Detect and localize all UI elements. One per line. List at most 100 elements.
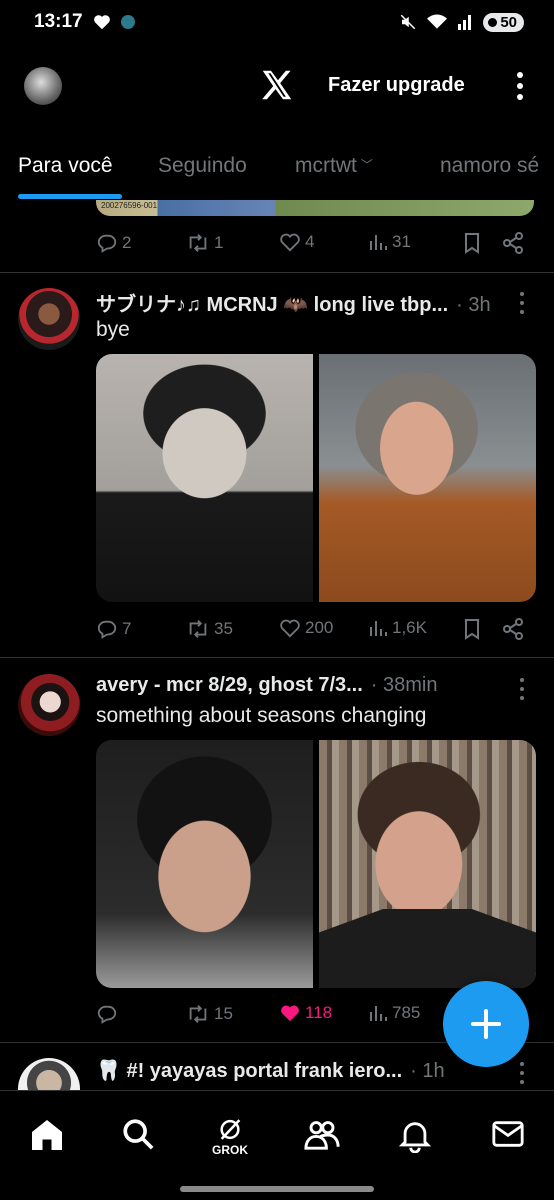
author-name[interactable]: サブリナ♪♫ MCRNJ 🦇 long live tbp... — [96, 288, 448, 317]
views-icon — [370, 621, 387, 636]
tab-label: mcrtwt — [295, 154, 357, 177]
wifi-icon — [427, 14, 448, 29]
repost-icon — [189, 620, 207, 638]
share-button[interactable] — [502, 232, 524, 254]
like-button[interactable]: 118 — [279, 1003, 332, 1023]
post-media-image[interactable] — [96, 200, 534, 216]
bookmark-button[interactable] — [462, 232, 482, 254]
views-button[interactable]: 785 — [368, 1003, 420, 1023]
post-time-value: 1h — [422, 1060, 445, 1082]
tab-for-you[interactable]: Para você — [18, 154, 113, 178]
share-button[interactable] — [502, 618, 524, 640]
post-text: something about seasons changing — [96, 704, 427, 727]
author-name[interactable]: 🦷 #! yayayas portal frank iero... — [96, 1058, 402, 1083]
nav-grok[interactable]: GROK — [210, 1117, 250, 1157]
avatar[interactable] — [18, 288, 80, 350]
repost-icon — [189, 234, 207, 252]
views-count: 785 — [392, 1003, 421, 1022]
post-more-icon[interactable] — [520, 292, 526, 314]
post-time-value: 38min — [383, 674, 438, 696]
like-count: 118 — [305, 1003, 333, 1022]
views-button[interactable]: 31 — [368, 232, 411, 252]
reply-icon — [97, 620, 117, 639]
timeline-tabs: Para você Seguindo mcrtwt ﹀ namoro sé — [0, 130, 554, 200]
reply-count: 7 — [122, 619, 132, 638]
post-media[interactable] — [96, 740, 536, 988]
heart-icon — [93, 15, 110, 30]
upgrade-button[interactable]: Fazer upgrade — [328, 74, 465, 97]
reply-count: 2 — [122, 233, 132, 252]
nav-messages[interactable] — [488, 1117, 528, 1157]
top-header: Fazer upgrade — [0, 60, 554, 112]
post-media-image[interactable] — [96, 354, 313, 602]
views-count: 31 — [392, 232, 411, 251]
image-caption-tag: 200276596-001 — [101, 201, 158, 210]
tab-following[interactable]: Seguindo — [158, 154, 247, 178]
bell-icon — [398, 1122, 432, 1153]
chevron-down-icon: ﹀ — [360, 158, 373, 172]
post-time-value: 3h — [468, 294, 491, 316]
post-time: · 3h — [456, 294, 491, 316]
repost-count: 15 — [214, 1004, 233, 1023]
reply-icon — [97, 234, 117, 253]
avatar[interactable] — [18, 1058, 80, 1090]
repost-button[interactable]: 35 — [186, 618, 233, 640]
compose-button[interactable] — [443, 981, 529, 1067]
heart-filled-icon — [281, 1005, 299, 1022]
plus-icon — [471, 1009, 501, 1039]
views-count: 1,6K — [392, 618, 427, 637]
bookmark-icon — [465, 619, 479, 640]
post-media-image[interactable] — [96, 740, 313, 988]
signal-icon — [458, 15, 472, 30]
reply-button[interactable]: 2 — [96, 232, 131, 254]
post-more-icon[interactable] — [520, 678, 526, 700]
post-divider — [0, 272, 554, 273]
profile-avatar[interactable] — [24, 67, 62, 105]
search-icon — [123, 1119, 154, 1150]
x-logo-icon — [262, 70, 292, 100]
nav-search[interactable] — [118, 1117, 158, 1157]
more-options-icon[interactable] — [512, 68, 528, 104]
like-count: 4 — [305, 232, 315, 251]
post-more-icon[interactable] — [520, 1062, 526, 1084]
like-button[interactable]: 200 — [279, 618, 333, 638]
post-actions: 2 1 4 31 — [96, 230, 526, 258]
like-button[interactable]: 4 — [279, 232, 314, 252]
active-tab-indicator — [18, 194, 122, 199]
post-header: 🦷 #! yayayas portal frank iero... · 1h — [96, 1058, 445, 1083]
tab-mcrtwt[interactable]: mcrtwt ﹀ — [295, 154, 373, 178]
tab-namoro[interactable]: namoro sé — [440, 154, 539, 178]
share-icon — [503, 232, 523, 254]
views-button[interactable]: 1,6K — [368, 618, 427, 638]
share-icon — [503, 618, 523, 640]
post-media-image[interactable] — [319, 354, 536, 602]
post-media-image[interactable] — [319, 740, 536, 988]
reply-button[interactable]: 7 — [96, 618, 131, 640]
author-name[interactable]: avery - mcr 8/29, ghost 7/3... — [96, 674, 363, 697]
post-divider — [0, 657, 554, 658]
reply-button[interactable] — [96, 1003, 122, 1025]
post-actions: 7 35 200 1,6K — [96, 616, 526, 644]
repost-button[interactable]: 1 — [186, 232, 223, 254]
battery-indicator: 50 — [483, 12, 524, 32]
repost-button[interactable]: 15 — [186, 1003, 233, 1025]
views-icon — [370, 1006, 387, 1021]
status-bar: 13:17 50 — [0, 0, 554, 44]
repost-count: 35 — [214, 619, 233, 638]
mute-icon — [401, 14, 416, 30]
reply-icon — [97, 1005, 117, 1024]
bookmark-button[interactable] — [462, 618, 482, 640]
gesture-bar[interactable] — [180, 1186, 374, 1192]
nav-communities[interactable] — [302, 1117, 342, 1157]
grok-icon — [220, 1119, 241, 1140]
timeline-feed[interactable]: 200276596-001 2 1 4 31 サブリナ♪♫ MCRNJ 🦇 lo… — [0, 200, 554, 1090]
nav-notifications[interactable] — [395, 1117, 435, 1157]
avatar[interactable] — [18, 674, 80, 736]
repost-count: 1 — [214, 233, 224, 252]
grok-label: GROK — [212, 1143, 248, 1157]
post-media[interactable] — [96, 354, 536, 602]
home-icon — [32, 1120, 62, 1150]
app-notification-icon — [120, 15, 135, 29]
nav-home[interactable] — [27, 1117, 67, 1157]
views-icon — [370, 235, 387, 250]
